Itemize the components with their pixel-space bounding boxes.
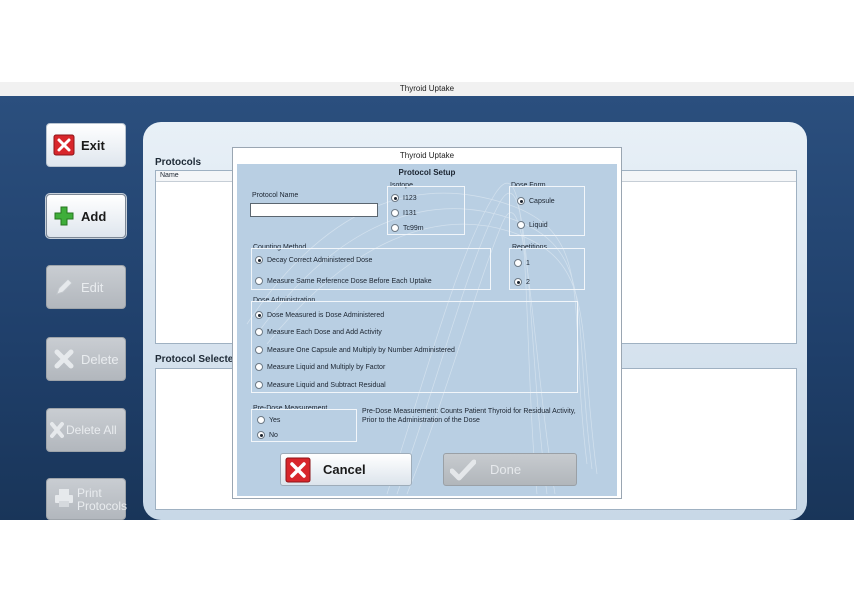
pre-dose-note-line2: Prior to the Administration of the Dose [362,417,480,424]
cancel-x-icon [285,457,311,483]
radio-button [257,431,265,439]
printer-icon [53,487,75,509]
name-column-label: Name [160,172,179,179]
add-label: Add [81,208,107,224]
close-icon [53,134,75,156]
radio-button [255,381,263,389]
pre-dose-note-line1: Pre-Dose Measurement: Counts Patient Thy… [362,408,576,415]
dose-form-option-label: Liquid [529,221,548,229]
cancel-label: Cancel [323,462,366,477]
delete-all-button[interactable]: Delete All [46,408,126,452]
radio-button [255,363,263,371]
window-title: Thyroid Uptake [399,84,455,93]
pre-dose-option-yes[interactable]: Yes [257,416,280,424]
radio-button [391,209,399,217]
dialog-heading: Protocol Setup [398,168,456,177]
dose-admin-option-label: Dose Measured is Dose Administered [267,311,385,319]
radio-button [255,256,263,264]
dose-admin-option-label: Measure Liquid and Multiply by Factor [267,363,386,371]
radio-button [517,221,525,229]
delete-all-label: Delete All [66,422,117,437]
edit-button[interactable]: Edit [46,265,126,309]
print-label-line2: Protocols [77,499,128,513]
window-title-bar: Thyroid Uptake [0,82,854,97]
protocols-label: Protocols [155,157,202,168]
radio-button [257,416,265,424]
delete-all-x-icon [50,419,64,441]
repetitions-option-label: 2 [526,278,530,286]
protocol-setup-dialog: Thyroid Uptake Protocol Setup Protocol N… [232,147,622,499]
checkmark-icon [450,458,476,482]
dialog-title: Thyroid Uptake [399,151,455,160]
plus-icon [53,205,75,227]
add-button[interactable]: Add [45,193,127,239]
radio-button [255,346,263,354]
repetitions-option-label: 1 [526,259,530,267]
radio-button [255,311,263,319]
dose-admin-option-add-activity[interactable]: Measure Each Dose and Add Activity [255,328,382,336]
pre-dose-option-label: Yes [269,416,281,424]
done-button[interactable]: Done [443,453,577,486]
radio-button [514,259,522,267]
dose-admin-option-label: Measure One Capsule and Multiply by Numb… [267,346,455,354]
repetitions-option-1[interactable]: 1 [514,259,530,267]
pencil-icon [53,276,75,298]
dose-admin-option-liquid-subtract[interactable]: Measure Liquid and Subtract Residual [255,381,386,389]
dose-form-option-label: Capsule [529,197,555,205]
repetitions-option-2[interactable]: 2 [514,278,530,286]
done-label: Done [490,462,522,477]
dialog-body: Protocol Setup Protocol Name Isotope I12… [237,164,617,496]
counting-method-option-label: Measure Same Reference Dose Before Each … [267,277,432,285]
dose-admin-option-measured[interactable]: Dose Measured is Dose Administered [255,311,384,319]
exit-button[interactable]: Exit [46,123,126,167]
radio-button [255,328,263,336]
counting-method-option-reference[interactable]: Measure Same Reference Dose Before Each … [255,277,432,285]
dose-admin-option-liquid-multiply[interactable]: Measure Liquid and Multiply by Factor [255,363,385,371]
delete-x-icon [53,348,75,370]
radio-button [255,277,263,285]
protocol-name-input[interactable] [250,203,378,217]
radio-button [517,197,525,205]
counting-method-option-label: Decay Correct Administered Dose [267,256,373,264]
edit-label: Edit [81,279,104,295]
cancel-button[interactable]: Cancel [280,453,412,486]
dose-admin-option-capsule-multiply[interactable]: Measure One Capsule and Multiply by Numb… [255,346,455,354]
radio-button [514,278,522,286]
isotope-option-label: I131 [403,209,417,217]
pre-dose-option-no[interactable]: No [257,431,278,439]
print-protocols-text: Print Protocols [77,487,127,513]
dose-form-option-capsule[interactable]: Capsule [517,197,555,205]
isotope-option-tc99m[interactable]: Tc99m [391,224,424,232]
delete-button[interactable]: Delete [46,337,126,381]
dose-admin-option-label: Measure Liquid and Subtract Residual [267,381,386,389]
pre-dose-option-label: No [269,431,278,439]
exit-label: Exit [81,137,105,153]
dose-admin-option-label: Measure Each Dose and Add Activity [267,328,382,336]
isotope-option-i123[interactable]: I123 [391,194,417,202]
isotope-option-label: I123 [403,194,417,202]
dose-form-option-liquid[interactable]: Liquid [517,221,548,229]
delete-label: Delete [81,351,119,367]
isotope-option-i131[interactable]: I131 [391,209,417,217]
protocol-selected-label: Protocol Selected [155,354,240,365]
protocol-name-label: Protocol Name [252,192,299,199]
radio-button [391,224,399,232]
isotope-option-label: Tc99m [403,224,424,232]
print-protocols-button[interactable]: Print Protocols [46,478,127,520]
counting-method-option-decay[interactable]: Decay Correct Administered Dose [255,256,372,264]
radio-button [391,194,399,202]
